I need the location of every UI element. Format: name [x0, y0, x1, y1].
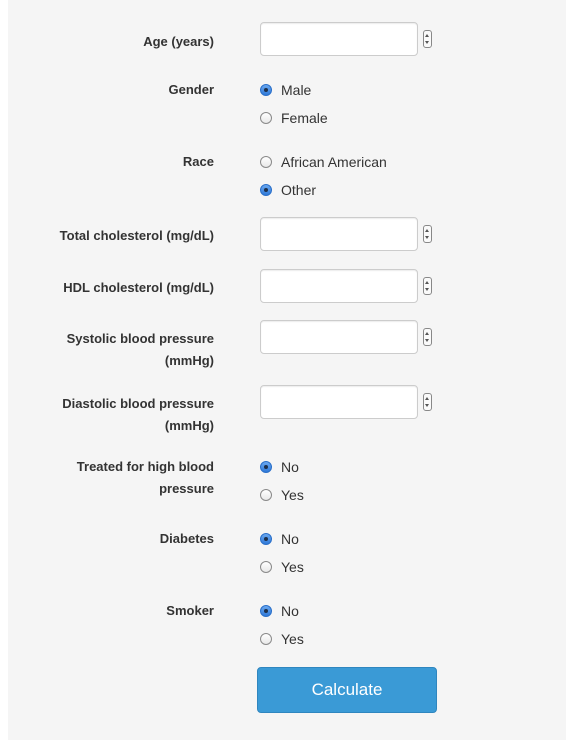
- option-label: African American: [281, 154, 387, 170]
- treated-bp-label: Treated for high blood pressure: [76, 459, 214, 496]
- hdl-cholesterol-label: HDL cholesterol (mg/dL): [63, 280, 214, 295]
- total-cholesterol-field: [260, 217, 434, 251]
- calculate-button[interactable]: Calculate: [257, 667, 437, 713]
- age-spinner[interactable]: [423, 30, 432, 48]
- option-label: Female: [281, 110, 328, 126]
- hdl-cholesterol-field: [260, 269, 434, 303]
- option-label: No: [281, 459, 299, 475]
- radio-unchecked-icon[interactable]: [260, 489, 272, 501]
- spinner-down-icon: [425, 404, 429, 407]
- spinner-down-icon: [425, 41, 429, 44]
- hdl-cholesterol-input[interactable]: [260, 269, 418, 303]
- option-label: No: [281, 531, 299, 547]
- radio-checked-icon[interactable]: [260, 605, 272, 617]
- gender-option-female[interactable]: Female: [260, 108, 328, 128]
- race-label: Race: [182, 154, 214, 169]
- gender-label: Gender: [168, 82, 214, 97]
- race-option-african-american[interactable]: African American: [260, 152, 387, 172]
- radio-checked-icon[interactable]: [260, 84, 272, 96]
- radio-unchecked-icon[interactable]: [260, 156, 272, 168]
- option-label: Other: [281, 182, 317, 198]
- age-field: [260, 22, 434, 56]
- spinner-down-icon: [425, 236, 429, 239]
- calculator-form: Age (years) Gender Male Female Race Afri…: [8, 0, 566, 740]
- total-cholesterol-input[interactable]: [260, 217, 418, 251]
- spinner-up-icon: [425, 332, 429, 335]
- radio-unchecked-icon[interactable]: [260, 633, 272, 645]
- spinner-up-icon: [425, 34, 429, 37]
- gender-option-male[interactable]: Male: [260, 80, 311, 100]
- treated-bp-option-no[interactable]: No: [260, 457, 299, 477]
- diabetes-label: Diabetes: [159, 531, 214, 546]
- spinner-down-icon: [425, 339, 429, 342]
- total-cholesterol-label: Total cholesterol (mg/dL): [59, 228, 214, 243]
- option-label: Yes: [281, 487, 304, 503]
- age-label: Age (years): [143, 34, 214, 49]
- spinner-up-icon: [425, 281, 429, 284]
- race-option-other[interactable]: Other: [260, 180, 316, 200]
- radio-unchecked-icon[interactable]: [260, 112, 272, 124]
- radio-unchecked-icon[interactable]: [260, 561, 272, 573]
- option-label: Yes: [281, 631, 304, 647]
- spinner-up-icon: [425, 397, 429, 400]
- radio-checked-icon[interactable]: [260, 533, 272, 545]
- smoker-option-yes[interactable]: Yes: [260, 629, 304, 649]
- spinner-up-icon: [425, 229, 429, 232]
- diastolic-bp-input[interactable]: [260, 385, 418, 419]
- systolic-bp-input[interactable]: [260, 320, 418, 354]
- diastolic-bp-field: [260, 385, 434, 419]
- hdl-cholesterol-spinner[interactable]: [423, 277, 432, 295]
- option-label: No: [281, 603, 299, 619]
- treated-bp-option-yes[interactable]: Yes: [260, 485, 304, 505]
- diastolic-bp-spinner[interactable]: [423, 393, 432, 411]
- radio-checked-icon[interactable]: [260, 461, 272, 473]
- systolic-bp-label: Systolic blood pressure (mmHg): [66, 331, 214, 368]
- total-cholesterol-spinner[interactable]: [423, 225, 432, 243]
- systolic-bp-spinner[interactable]: [423, 328, 432, 346]
- diabetes-option-no[interactable]: No: [260, 529, 299, 549]
- smoker-option-no[interactable]: No: [260, 601, 299, 621]
- diastolic-bp-label: Diastolic blood pressure (mmHg): [62, 396, 214, 433]
- age-input[interactable]: [260, 22, 418, 56]
- radio-checked-icon[interactable]: [260, 184, 272, 196]
- spinner-down-icon: [425, 288, 429, 291]
- diabetes-option-yes[interactable]: Yes: [260, 557, 304, 577]
- option-label: Yes: [281, 559, 304, 575]
- smoker-label: Smoker: [166, 603, 214, 618]
- systolic-bp-field: [260, 320, 434, 354]
- option-label: Male: [281, 82, 312, 98]
